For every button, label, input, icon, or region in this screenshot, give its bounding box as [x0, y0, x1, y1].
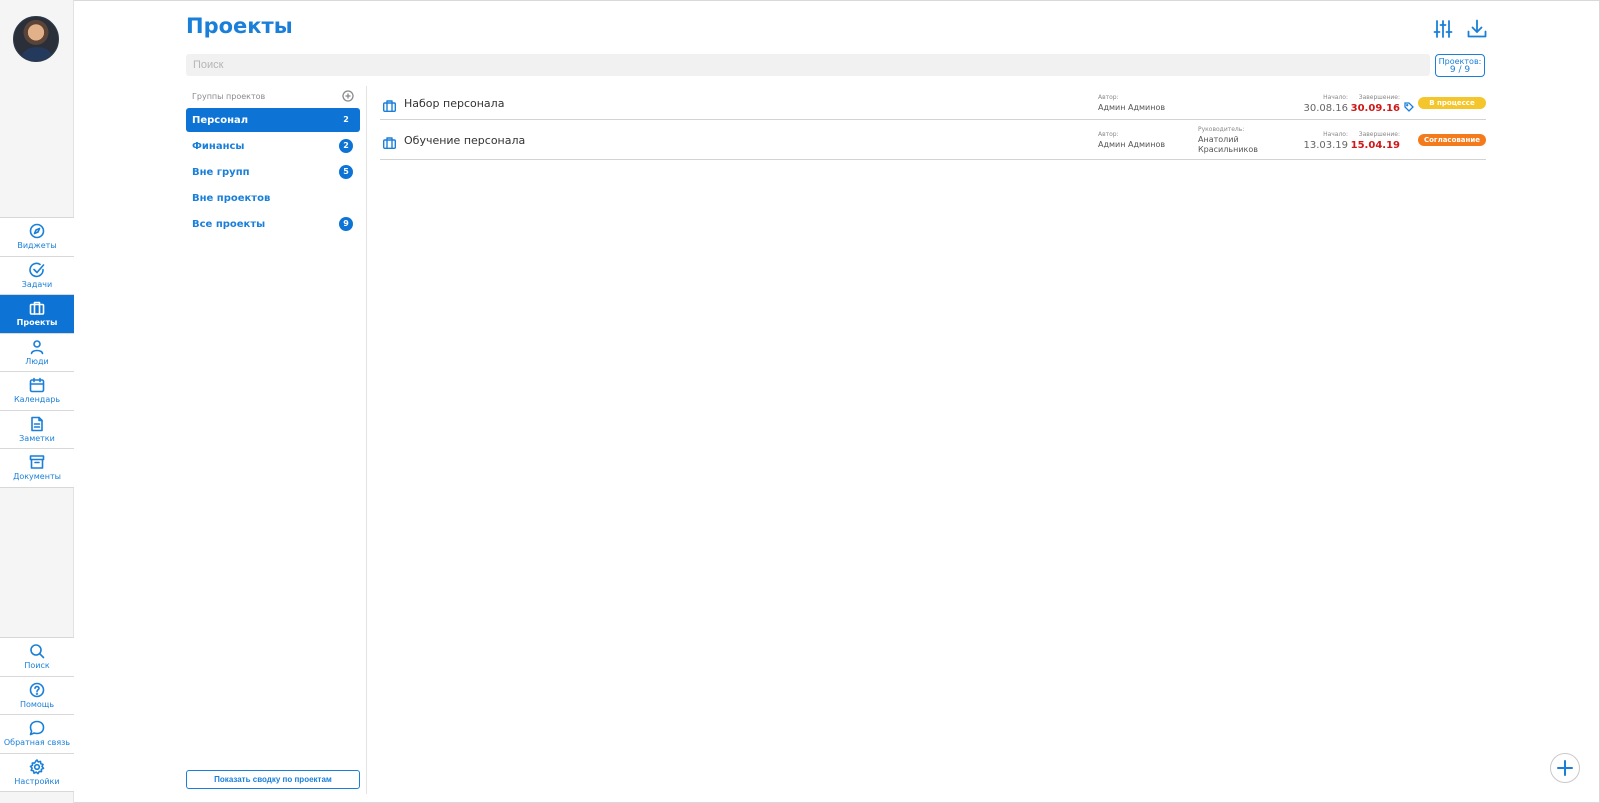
nav-item-notes[interactable]: Заметки — [0, 410, 74, 449]
panel-divider — [366, 86, 367, 794]
left-rail: Виджеты Задачи Проекты Люди Календарь За… — [0, 0, 74, 803]
nav-label: Помощь — [19, 699, 55, 709]
group-item-outside-projects[interactable]: Вне проектов — [186, 186, 360, 210]
nav-label: Обратная связь — [3, 738, 71, 748]
project-end: Завершение: 30.09.16 — [1350, 93, 1400, 114]
nav-item-widgets[interactable]: Виджеты — [0, 218, 74, 257]
status-badge: В процессе — [1418, 97, 1486, 109]
project-start: Начало: 30.08.16 — [1298, 93, 1348, 114]
nav-label: Календарь — [13, 395, 61, 405]
nav-label: Заметки — [19, 433, 55, 443]
group-count-badge: 2 — [339, 139, 353, 153]
nav-label: Настройки — [14, 776, 60, 786]
manager-name: Анатолий Красильников — [1198, 135, 1258, 154]
status-badge: Согласование — [1418, 134, 1486, 146]
tag-icon[interactable] — [1404, 97, 1414, 112]
avatar[interactable] — [13, 16, 59, 62]
start-date: 30.08.16 — [1303, 103, 1348, 114]
compass-icon — [29, 223, 45, 239]
author-label: Автор: — [1098, 131, 1119, 138]
nav-label: Поиск — [24, 661, 50, 671]
projects-count-box[interactable]: Проектов: 9 / 9 — [1435, 54, 1485, 77]
group-label: Вне проектов — [192, 192, 271, 204]
nav-item-projects[interactable]: Проекты — [0, 295, 74, 334]
show-summary-button[interactable]: Показать сводку по проектам — [186, 770, 360, 789]
start-label: Начало: — [1323, 131, 1348, 138]
project-row[interactable]: Обучение персонала Автор: Админ Админов … — [380, 120, 1486, 160]
author-name: Админ Админов — [1098, 103, 1166, 112]
archive-icon — [29, 455, 45, 470]
nav-item-calendar[interactable]: Календарь — [0, 372, 74, 411]
projects-count-value: 9 / 9 — [1449, 65, 1471, 75]
calendar-icon — [29, 377, 45, 393]
start-date: 13.03.19 — [1303, 140, 1348, 151]
chat-bubble-icon — [29, 720, 45, 736]
gear-icon — [29, 758, 45, 775]
group-item-personnel[interactable]: Персонал 2 — [186, 108, 360, 132]
start-label: Начало: — [1323, 94, 1348, 101]
end-date: 30.09.16 — [1350, 103, 1400, 114]
plus-circle-icon[interactable] — [342, 90, 354, 102]
group-label: Вне групп — [192, 166, 250, 178]
project-author: Автор: Админ Админов — [1098, 93, 1165, 113]
briefcase-icon — [382, 100, 397, 113]
nav-item-people[interactable]: Люди — [0, 333, 74, 372]
nav-label: Люди — [25, 356, 49, 366]
group-item-all-projects[interactable]: Все проекты 9 — [186, 212, 360, 236]
project-author: Автор: Админ Админов — [1098, 130, 1165, 150]
group-label: Все проекты — [192, 218, 266, 230]
projects-list: Набор персонала Автор: Админ Админов Нач… — [380, 86, 1486, 160]
group-count-badge: 5 — [339, 165, 353, 179]
sliders-icon — [1433, 20, 1453, 38]
download-button[interactable] — [1466, 18, 1488, 40]
manager-label: Руководитель: — [1198, 126, 1245, 133]
groups-header: Группы проектов — [186, 86, 360, 106]
page-title: Проекты — [186, 14, 293, 38]
nav-item-settings[interactable]: Настройки — [0, 753, 74, 792]
search-icon — [30, 644, 45, 659]
project-manager: Руководитель: Анатолий Красильников — [1198, 125, 1278, 155]
nav-label: Виджеты — [17, 241, 57, 251]
group-count-badge: 9 — [339, 217, 353, 231]
nav-item-tasks[interactable]: Задачи — [0, 256, 74, 295]
group-label: Персонал — [192, 114, 249, 126]
group-count-badge: 2 — [343, 115, 349, 124]
end-date: 15.04.19 — [1350, 140, 1400, 151]
search-input[interactable] — [186, 54, 1430, 76]
project-end: Завершение: 15.04.19 — [1350, 130, 1400, 151]
main-nav: Виджеты Задачи Проекты Люди Календарь За… — [0, 217, 74, 488]
end-label: Завершение: — [1358, 94, 1400, 101]
project-name: Обучение персонала — [404, 134, 526, 147]
nav-label: Задачи — [21, 279, 53, 289]
author-name: Админ Админов — [1098, 140, 1166, 149]
briefcase-icon — [382, 137, 397, 150]
document-icon — [31, 416, 43, 432]
nav-item-documents[interactable]: Документы — [0, 449, 74, 488]
nav-item-help[interactable]: Помощь — [0, 676, 74, 715]
add-project-button[interactable] — [1550, 753, 1580, 783]
briefcase-icon — [29, 301, 45, 316]
author-label: Автор: — [1098, 94, 1119, 101]
check-circle-icon — [29, 262, 45, 277]
bottom-nav: Поиск Помощь Обратная связь Настройки — [0, 637, 74, 792]
download-icon — [1467, 19, 1487, 38]
filter-button[interactable] — [1432, 18, 1454, 40]
project-start: Начало: 13.03.19 — [1298, 130, 1348, 151]
nav-item-search[interactable]: Поиск — [0, 638, 74, 677]
project-row[interactable]: Набор персонала Автор: Админ Админов Нач… — [380, 86, 1486, 120]
nav-item-feedback[interactable]: Обратная связь — [0, 715, 74, 754]
plus-icon — [1557, 760, 1573, 776]
nav-label: Проекты — [16, 318, 58, 328]
user-icon — [30, 339, 44, 355]
help-icon — [29, 682, 45, 698]
project-groups-panel: Группы проектов Персонал 2 Финансы 2 Вне… — [186, 86, 360, 236]
groups-header-label: Группы проектов — [192, 91, 266, 101]
nav-label: Документы — [13, 472, 61, 482]
group-item-finance[interactable]: Финансы 2 — [186, 134, 360, 158]
project-name: Набор персонала — [404, 97, 505, 110]
end-label: Завершение: — [1358, 131, 1400, 138]
group-item-ungrouped[interactable]: Вне групп 5 — [186, 160, 360, 184]
group-label: Финансы — [192, 140, 245, 152]
